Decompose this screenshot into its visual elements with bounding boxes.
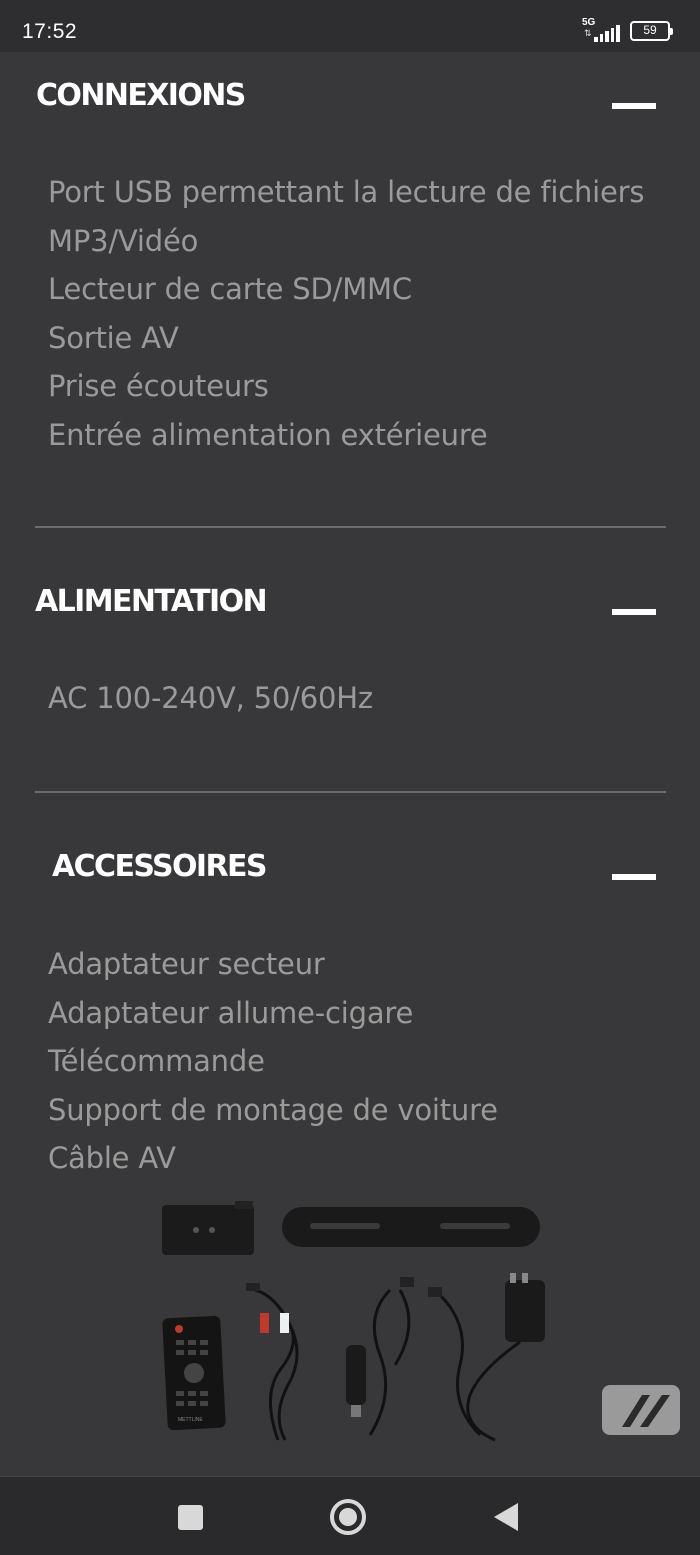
status-icons: 5G ⇅ 59	[582, 17, 673, 44]
power-adapter-image	[428, 1273, 545, 1442]
battery-icon: 59	[630, 21, 673, 41]
signal-bars-icon	[594, 25, 620, 42]
status-bar: 17:52 5G ⇅ 59	[0, 0, 700, 52]
status-time: 17:52	[22, 20, 78, 43]
navigation-bar	[0, 1476, 700, 1555]
brand-badge-image	[602, 1385, 680, 1435]
section-title-connexions: CONNEXIONS	[36, 78, 246, 113]
av-cable-image	[246, 1283, 299, 1441]
battery-level: 59	[643, 23, 657, 37]
list-item: Câble AV	[48, 1141, 176, 1175]
car-adapter-image	[346, 1277, 414, 1436]
data-arrows-icon: ⇅	[584, 29, 592, 39]
accessoires-list: Adaptateur secteur Adaptateur allume-cig…	[48, 940, 498, 1183]
accessories-product-image: METTLINE	[162, 1201, 680, 1442]
list-item: Adaptateur allume-cigare	[48, 995, 414, 1030]
list-item: Lecteur de carte SD/MMC	[48, 272, 412, 306]
connexions-list: Port USB permettant la lecture de fichie…	[48, 168, 644, 459]
car-mount-image	[282, 1207, 540, 1247]
remote-brand-label: METTLINE	[178, 1417, 203, 1423]
section-title-accessoires: ACCESSOIRES	[52, 849, 267, 884]
collapse-connexions-button[interactable]	[612, 103, 656, 109]
section-title-alimentation: ALIMENTATION	[35, 584, 268, 619]
list-item: Sortie AV	[48, 320, 179, 355]
list-item: AC 100-240V, 50/60Hz	[48, 681, 373, 715]
list-item: Télécommande	[48, 1044, 265, 1078]
collapse-accessoires-button[interactable]	[612, 874, 656, 880]
list-item: Prise écouteurs	[48, 369, 269, 403]
signal-icon: 5G ⇅	[582, 17, 622, 44]
list-item: Entrée alimentation extérieure	[48, 417, 488, 452]
list-item: MP3/Vidéo	[48, 223, 199, 258]
list-item: Port USB permettant la lecture de fichie…	[48, 175, 645, 209]
back-button[interactable]	[494, 1503, 518, 1531]
home-button[interactable]	[330, 1499, 366, 1535]
recents-button[interactable]	[178, 1505, 203, 1530]
list-item: Adaptateur secteur	[48, 947, 325, 981]
list-item: Support de montage de voiture	[48, 1092, 498, 1127]
alimentation-list: AC 100-240V, 50/60Hz	[48, 674, 373, 723]
divider	[35, 791, 666, 793]
collapse-alimentation-button[interactable]	[612, 609, 656, 615]
divider	[35, 526, 666, 528]
remote-control-image: METTLINE	[162, 1315, 226, 1431]
card-reader-image	[162, 1201, 254, 1255]
